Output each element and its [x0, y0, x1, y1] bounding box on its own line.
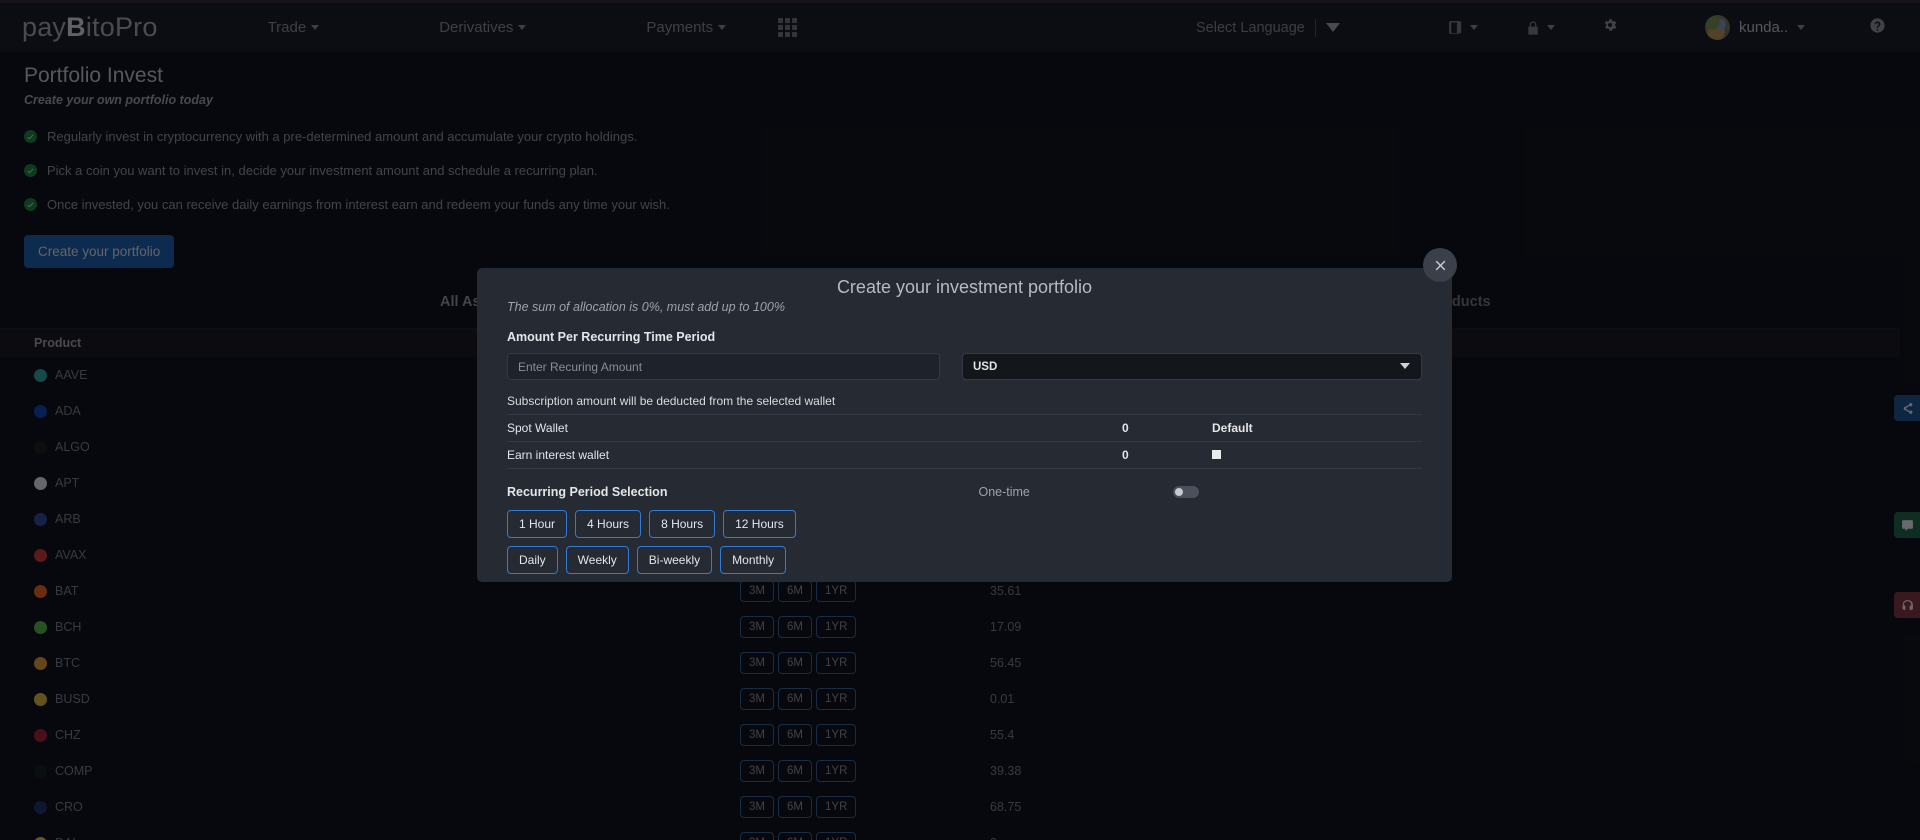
table-row[interactable]: Earn interest wallet 0	[507, 442, 1422, 469]
amount-field-label: Amount Per Recurring Time Period	[507, 330, 1422, 344]
amount-row: USDEURGBP	[507, 353, 1422, 380]
wallet-select-checkbox-cell[interactable]	[1212, 442, 1422, 469]
wallet-note: Subscription amount will be deducted fro…	[507, 394, 1422, 408]
wallet-table-body: Spot Wallet 0 Default Earn interest wall…	[507, 415, 1422, 469]
modal-title: Create your investment portfolio	[477, 277, 1452, 298]
wallet-amount: 0	[1122, 415, 1212, 442]
wallet-amount: 0	[1122, 442, 1212, 469]
close-icon[interactable]	[1423, 248, 1457, 282]
period-option-daily[interactable]: Daily	[507, 546, 558, 574]
period-option-1-hour[interactable]: 1 Hour	[507, 510, 567, 538]
wallet-default-label: Default	[1212, 415, 1422, 442]
period-option-bi-weekly[interactable]: Bi-weekly	[637, 546, 712, 574]
period-option-4-hours[interactable]: 4 Hours	[575, 510, 641, 538]
wallet-name: Spot Wallet	[507, 415, 1122, 442]
one-time-toggle[interactable]	[1173, 486, 1199, 498]
wallet-select-checkbox[interactable]	[1212, 450, 1221, 459]
recurring-period-label: Recurring Period Selection	[507, 485, 667, 499]
wallet-table: Spot Wallet 0 Default Earn interest wall…	[507, 414, 1422, 469]
modal-header: Create your investment portfolio	[477, 268, 1452, 308]
period-option-monthly[interactable]: Monthly	[720, 546, 786, 574]
one-time-label: One-time	[978, 485, 1029, 499]
table-row[interactable]: Spot Wallet 0 Default	[507, 415, 1422, 442]
period-option-12-hours[interactable]: 12 Hours	[723, 510, 796, 538]
wallet-name: Earn interest wallet	[507, 442, 1122, 469]
create-portfolio-modal: Create your investment portfolio The sum…	[477, 268, 1452, 582]
period-option-8-hours[interactable]: 8 Hours	[649, 510, 715, 538]
recurring-amount-input[interactable]	[507, 353, 940, 380]
recurring-period-row: Recurring Period Selection One-time	[507, 485, 1422, 499]
modal-body: The sum of allocation is 0%, must add up…	[477, 300, 1452, 574]
currency-select-wrapper: USDEURGBP	[962, 353, 1422, 380]
currency-select[interactable]: USDEURGBP	[962, 353, 1422, 380]
period-option-weekly[interactable]: Weekly	[566, 546, 629, 574]
period-options-grid: 1 Hour 4 Hours 8 Hours 12 Hours Daily Weekly B…	[507, 510, 807, 574]
